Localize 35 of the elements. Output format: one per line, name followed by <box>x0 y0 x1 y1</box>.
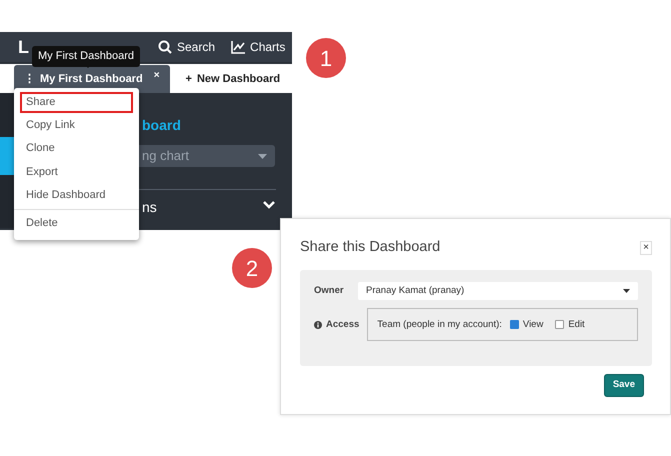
menu-item[interactable]: Delete <box>20 212 133 234</box>
checkbox-label: View <box>522 318 544 332</box>
chevron-icon <box>263 201 275 209</box>
step-number: 2 <box>232 248 272 288</box>
dialog-title: Share this Dashboard <box>300 239 440 256</box>
tab-label: New Dashboard <box>196 72 280 87</box>
dashboard-title: board <box>142 116 181 135</box>
tooltip: My First Dashboard <box>32 46 140 66</box>
field-label: Owner <box>314 284 345 298</box>
field-label: Access <box>326 318 360 332</box>
menu-item[interactable]: Share <box>20 92 133 114</box>
menu-icon[interactable]: ⋮ <box>24 70 35 88</box>
save-button[interactable]: Save <box>604 374 644 397</box>
checkbox[interactable] <box>510 320 519 330</box>
tab-label: My First Dashboard <box>40 72 143 87</box>
line-chart-icon <box>231 40 246 54</box>
group-label: Team (people in my account): <box>377 318 502 332</box>
nav-link[interactable]: Charts <box>231 38 286 56</box>
plus-icon: + <box>186 70 192 88</box>
sidebar-item[interactable] <box>0 137 14 175</box>
nav-link[interactable]: Search <box>158 38 216 56</box>
checkbox[interactable] <box>555 320 564 330</box>
menu-item[interactable]: Copy Link <box>20 115 133 136</box>
logo: L <box>18 36 32 58</box>
step-number: 1 <box>306 38 346 78</box>
caret-icon <box>623 289 630 294</box>
info-icon <box>314 320 322 329</box>
caret-icon <box>258 154 267 158</box>
search-icon <box>158 40 172 54</box>
close-icon[interactable]: × <box>154 68 160 83</box>
checkbox-label: Edit <box>568 318 585 332</box>
owner-select[interactable]: Pranay Kamat (pranay) <box>358 282 638 300</box>
close-button[interactable]: × <box>640 240 652 255</box>
section-title: ns <box>142 198 157 217</box>
menu-item[interactable]: Hide Dashboard <box>20 184 133 206</box>
